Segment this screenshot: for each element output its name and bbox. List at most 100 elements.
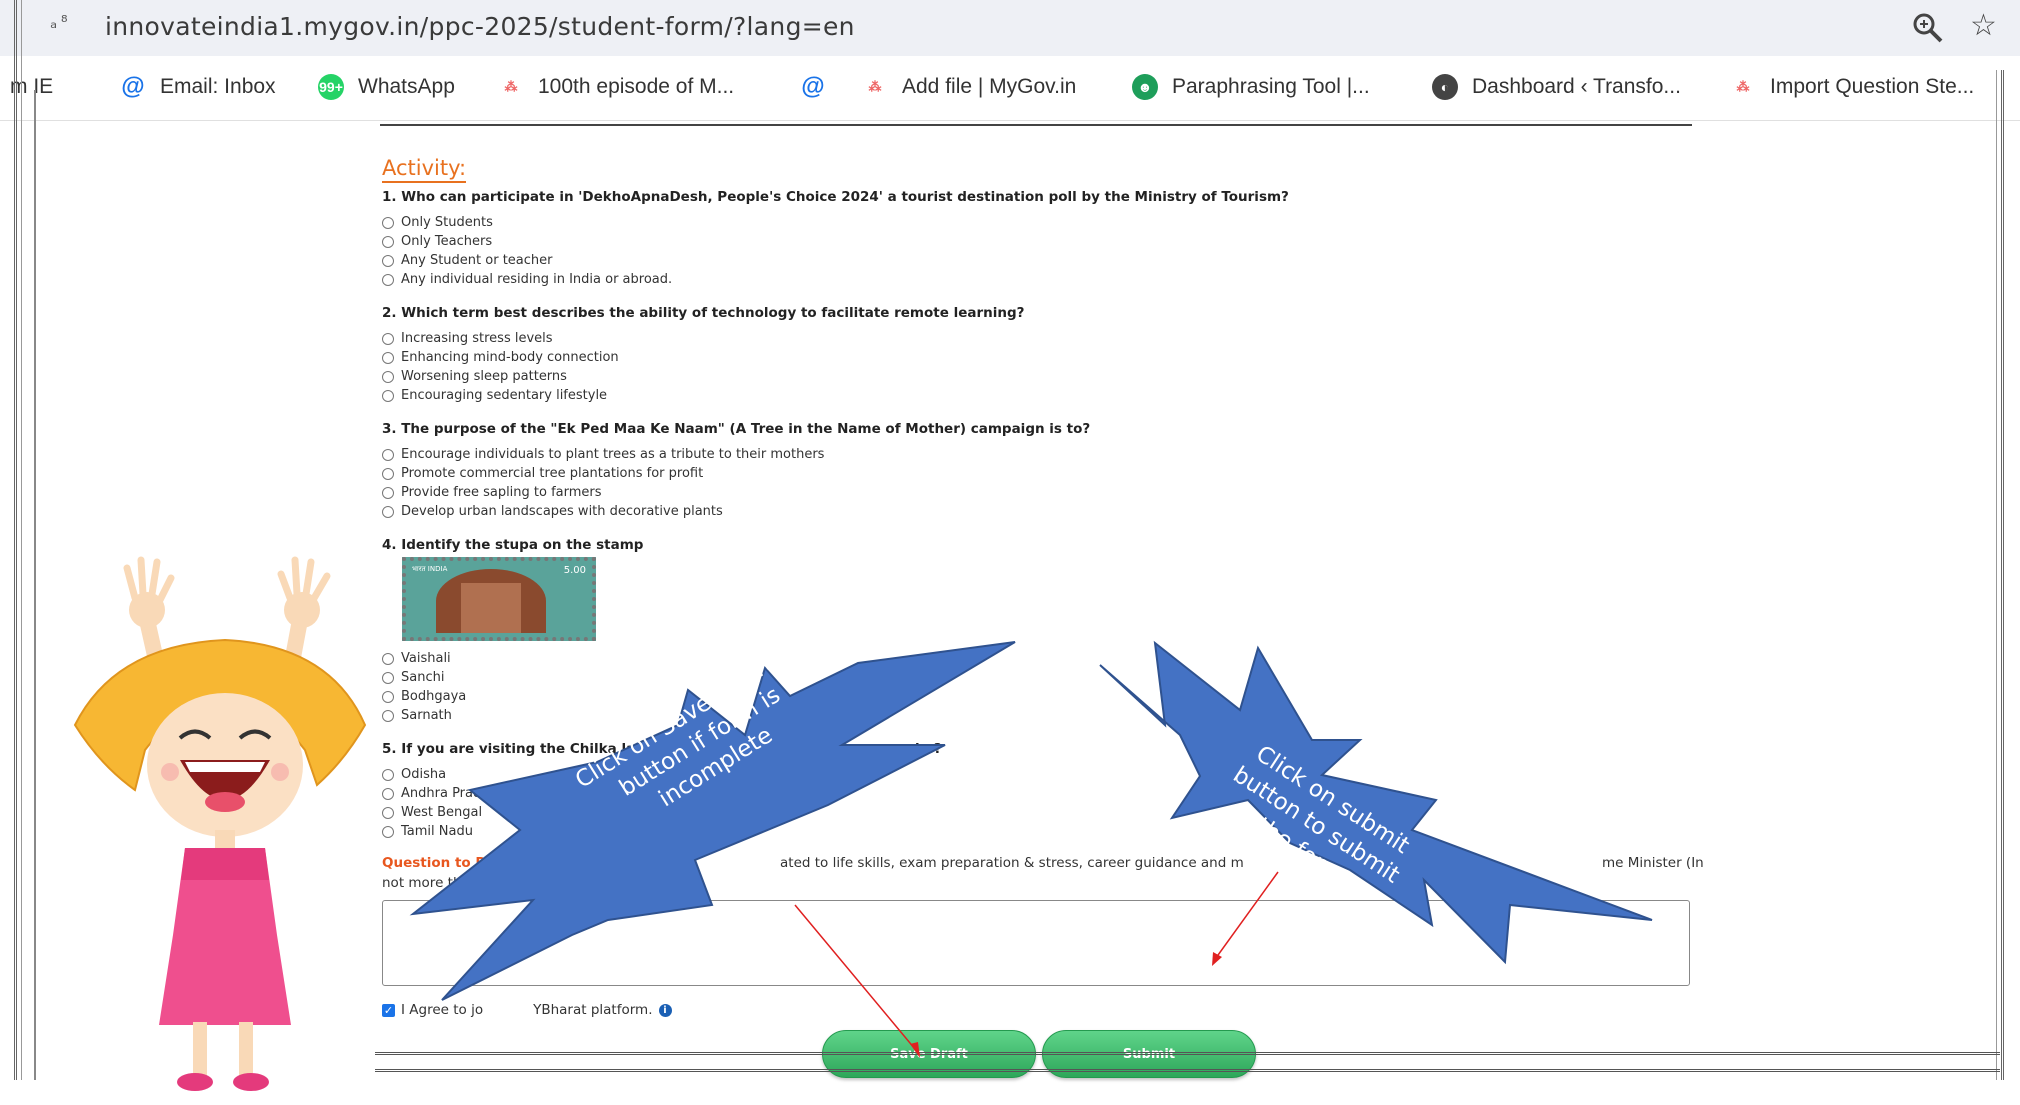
option-label: Provide free sapling to farmers xyxy=(401,485,602,500)
site-info-icon[interactable]: ₐ⁸ xyxy=(48,12,92,44)
bookmark-email[interactable]: @ xyxy=(800,70,840,104)
option-radio[interactable]: Andhra Pradesh xyxy=(382,786,504,801)
question-1: 1. Who can participate in 'DekhoApnaDesh… xyxy=(382,189,1289,205)
stamp-value: 5.00 xyxy=(563,565,586,576)
bookmark-paraphrasing-tool[interactable]: ☻ Paraphrasing Tool |... xyxy=(1132,70,1370,104)
whatsapp-icon: 99+ xyxy=(318,74,344,100)
radio-button[interactable] xyxy=(382,448,394,461)
option-label: Sanchi xyxy=(401,670,445,685)
divider xyxy=(380,124,1692,126)
bookmark-add-file[interactable]: ⁂ Add file | MyGov.in xyxy=(862,70,1077,104)
option-radio[interactable]: Only Teachers xyxy=(382,234,492,249)
option-label: Only Teachers xyxy=(401,234,493,249)
option-label: Odisha xyxy=(401,767,447,782)
option-label: West Bengal xyxy=(401,805,483,820)
bookmark-label: Paraphrasing Tool |... xyxy=(1172,75,1370,98)
radio-button[interactable] xyxy=(382,235,394,248)
option-radio[interactable]: Any Student or teacher xyxy=(382,253,553,268)
radio-button[interactable] xyxy=(382,332,394,345)
question-2: 2. Which term best describes the ability… xyxy=(382,305,1025,321)
option-label: Any Student or teacher xyxy=(401,253,553,268)
stupa-gateway-inner xyxy=(461,583,521,633)
stamp-country: भारत INDIA xyxy=(412,565,448,573)
option-label: Enhancing mind-body connection xyxy=(401,350,619,365)
bookmark-100th-episode[interactable]: ⁂ 100th episode of M... xyxy=(498,70,735,104)
mygov-icon: ⁂ xyxy=(868,79,882,94)
mygov-icon: ⁂ xyxy=(504,79,518,94)
option-radio[interactable]: Increasing stress levels xyxy=(382,331,553,346)
radio-button[interactable] xyxy=(382,505,394,518)
radio-button[interactable] xyxy=(382,254,394,267)
student-form: Activity: 1. Who can participate in 'Dek… xyxy=(380,120,1704,1078)
option-label: Tamil Nadu xyxy=(401,824,473,839)
option-radio[interactable]: Encourage individuals to plant trees as … xyxy=(382,447,824,462)
stupa-stamp-image: भारत INDIA 5.00 xyxy=(402,557,596,641)
info-icon[interactable]: i xyxy=(658,1003,672,1017)
robot-icon: ☻ xyxy=(1132,74,1158,100)
agree-checkbox-row[interactable]: ✓ I Agree to jo YBharat platform. i xyxy=(382,1002,672,1018)
cartoon-girl-illustration xyxy=(73,556,367,1091)
option-radio[interactable]: Sanchi xyxy=(382,670,444,685)
question-5-tail: be? xyxy=(915,741,942,757)
option-radio[interactable]: Encouraging sedentary lifestyle xyxy=(382,388,607,403)
radio-button[interactable] xyxy=(382,216,394,229)
frame-border-left xyxy=(14,0,22,1080)
bookmark-import-question[interactable]: ⁂ Import Question Ste... xyxy=(1730,70,1975,104)
bookmark-label: Import Question Ste... xyxy=(1770,75,1975,98)
question-4: 4. Identify the stupa on the stamp xyxy=(382,537,644,553)
email-icon: @ xyxy=(800,73,826,100)
option-radio[interactable]: Odisha xyxy=(382,767,446,782)
question-to-pm-label: Question to PM – xyxy=(382,855,511,871)
radio-button[interactable] xyxy=(382,389,394,402)
option-radio[interactable]: West Bengal xyxy=(382,805,482,820)
option-label: Develop urban landscapes with decorative… xyxy=(401,504,723,519)
agree-label-end: YBharat platform. xyxy=(533,1002,653,1018)
option-radio[interactable]: Any individual residing in India or abro… xyxy=(382,272,672,287)
bookmark-label: Dashboard ‹ Transfo... xyxy=(1472,75,1681,98)
option-label: Worsening sleep patterns xyxy=(401,369,567,384)
bookmark-label: WhatsApp xyxy=(358,75,455,98)
radio-button[interactable] xyxy=(382,370,394,383)
option-label: Only Students xyxy=(401,215,493,230)
option-radio[interactable]: Promote commercial tree plantations for … xyxy=(382,466,703,481)
option-label: Any individual residing in India or abro… xyxy=(401,272,673,287)
bookmark-whatsapp[interactable]: 99+ WhatsApp xyxy=(318,70,455,104)
option-radio[interactable]: Enhancing mind-body connection xyxy=(382,350,619,365)
option-label: Encourage individuals to plant trees as … xyxy=(401,447,825,462)
question-to-pm-limit: not more than 500 ch xyxy=(382,875,529,891)
option-label: Bodhgaya xyxy=(401,689,467,704)
option-radio[interactable]: Sarnath xyxy=(382,708,452,723)
frame-border-inner xyxy=(34,90,39,1080)
option-radio[interactable]: Bodhgaya xyxy=(382,689,466,704)
bookmark-star-icon[interactable]: ☆ xyxy=(1970,8,1997,43)
question-to-pm-instructions-tail: me Minister (In xyxy=(1602,855,1704,871)
question-to-pm-instructions: ated to life skills, exam preparation & … xyxy=(780,855,1244,871)
option-radio[interactable]: Develop urban landscapes with decorative… xyxy=(382,504,723,519)
option-radio[interactable]: Provide free sapling to farmers xyxy=(382,485,602,500)
zoom-icon[interactable] xyxy=(1910,10,1946,46)
option-label: Andhra Pradesh xyxy=(401,786,505,801)
address-bar: ₐ⁸ innovateindia1.mygov.in/ppc-2025/stud… xyxy=(0,0,2020,56)
option-label: Vaishali xyxy=(401,651,451,666)
radio-button[interactable] xyxy=(382,467,394,480)
bookmark-email-inbox[interactable]: @ Email: Inbox xyxy=(120,70,276,104)
option-label: Increasing stress levels xyxy=(401,331,553,346)
agree-label-start: I Agree to jo xyxy=(401,1002,484,1018)
bookmark-dashboard[interactable]: ◐ Dashboard ‹ Transfo... xyxy=(1432,70,1681,104)
bookmarks-bar: m IE @ Email: Inbox 99+ WhatsApp ⁂ 100th… xyxy=(0,56,2020,121)
frame-border-right xyxy=(1996,70,2004,1080)
radio-button[interactable] xyxy=(382,351,394,364)
option-radio[interactable]: Only Students xyxy=(382,215,493,230)
radio-button[interactable] xyxy=(382,273,394,286)
bookmark-label: Add file | MyGov.in xyxy=(902,75,1077,98)
option-label: Promote commercial tree plantations for … xyxy=(401,466,704,481)
option-radio[interactable]: Worsening sleep patterns xyxy=(382,369,567,384)
option-label: Sarnath xyxy=(401,708,452,723)
question-to-pm-textarea[interactable] xyxy=(382,900,1690,986)
dashboard-icon: ◐ xyxy=(1432,74,1458,100)
option-label: Encouraging sedentary lifestyle xyxy=(401,388,608,403)
url-text[interactable]: innovateindia1.mygov.in/ppc-2025/student… xyxy=(105,12,855,41)
option-radio[interactable]: Vaishali xyxy=(382,651,451,666)
option-radio[interactable]: Tamil Nadu xyxy=(382,824,473,839)
radio-button[interactable] xyxy=(382,486,394,499)
